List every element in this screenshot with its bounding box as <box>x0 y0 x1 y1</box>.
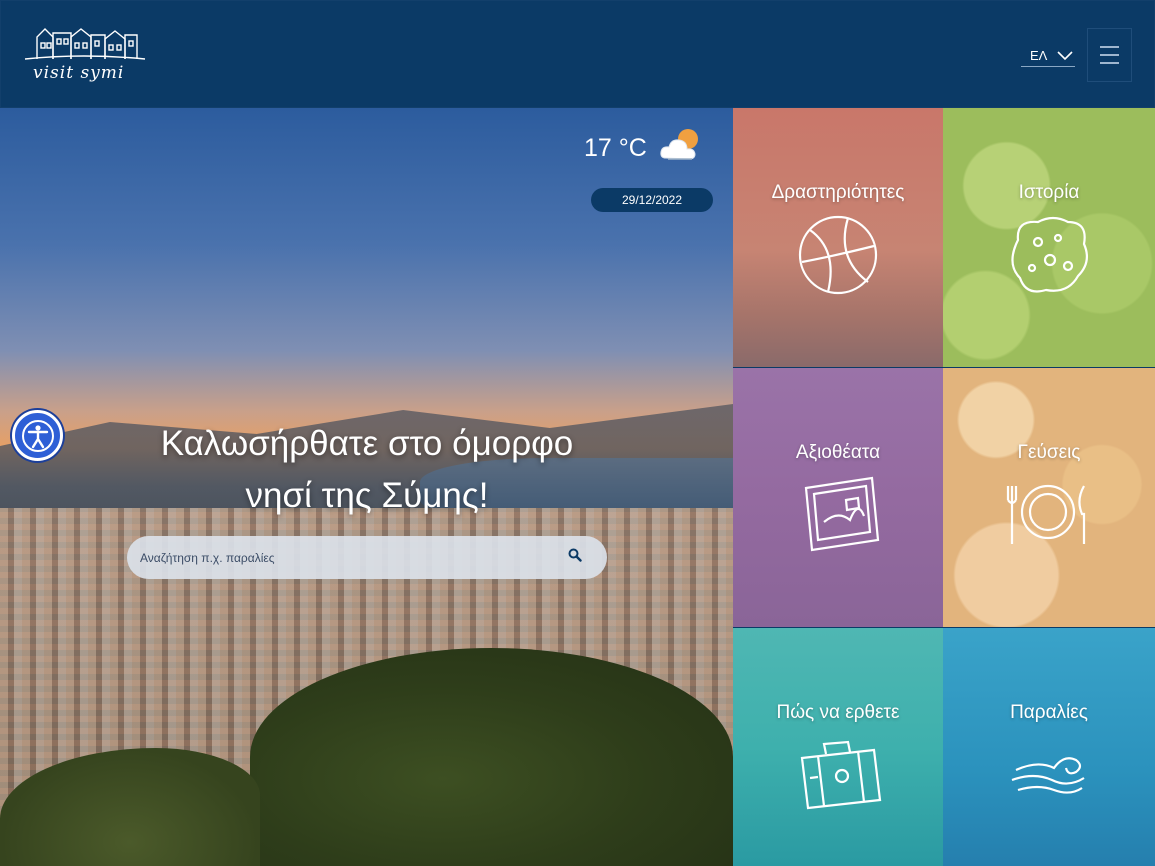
tile-label: Δραστηριότητες <box>771 182 905 203</box>
tile-label: Αξιοθέατα <box>795 442 881 463</box>
date-badge: 29/12/2022 <box>591 188 713 212</box>
temperature: 17 °C <box>584 134 647 162</box>
ball-icon <box>798 215 878 295</box>
sponge-icon <box>1011 216 1089 293</box>
plate-cutlery-icon <box>1006 484 1086 544</box>
tile-label: Ιστορία <box>1018 182 1080 203</box>
tile-tastes[interactable]: Γεύσεις <box>943 368 1155 627</box>
tile-sights[interactable]: Αξιοθέατα <box>733 368 943 627</box>
tile-label: Παραλίες <box>1010 702 1088 723</box>
welcome-heading: Καλωσήρθατε στο όμορφο νησί της Σύμης! <box>100 418 634 522</box>
menu-bar <box>1100 46 1119 48</box>
chevron-down-icon <box>1057 50 1073 60</box>
site-header: visit symi ΕΛ <box>0 0 1155 108</box>
search-bar <box>127 536 607 579</box>
houses-logo-icon <box>24 28 146 60</box>
logo-text: visit symi <box>33 63 125 83</box>
menu-bar <box>1100 62 1119 64</box>
accessibility-icon <box>21 419 54 452</box>
tile-history[interactable]: Ιστορία <box>943 108 1155 367</box>
welcome-line-1: Καλωσήρθατε στο όμορφο <box>160 424 574 463</box>
hero-trees <box>250 648 733 866</box>
partly-cloudy-icon <box>660 129 698 160</box>
suitcase-icon <box>800 740 882 810</box>
accessibility-button[interactable] <box>12 410 63 461</box>
language-selector[interactable]: ΕΛ <box>1021 45 1075 67</box>
tile-getting-here[interactable]: Πώς να ερθετε <box>733 628 943 866</box>
language-label: ΕΛ <box>1030 48 1048 63</box>
welcome-line-2: νησί της Σύμης! <box>245 476 489 515</box>
search-icon[interactable] <box>568 548 582 562</box>
tile-label: Πώς να ερθετε <box>776 702 900 723</box>
tile-label: Γεύσεις <box>1017 442 1081 463</box>
search-input[interactable] <box>140 550 560 565</box>
tile-activities[interactable]: Δραστηριότητες <box>733 108 943 367</box>
wave-icon <box>1011 757 1085 794</box>
site-logo[interactable]: visit symi <box>23 23 147 89</box>
hamburger-menu-button[interactable] <box>1087 28 1132 82</box>
tile-beaches[interactable]: Παραλίες <box>943 628 1155 866</box>
menu-bar <box>1100 54 1119 56</box>
postcard-icon <box>804 476 880 552</box>
